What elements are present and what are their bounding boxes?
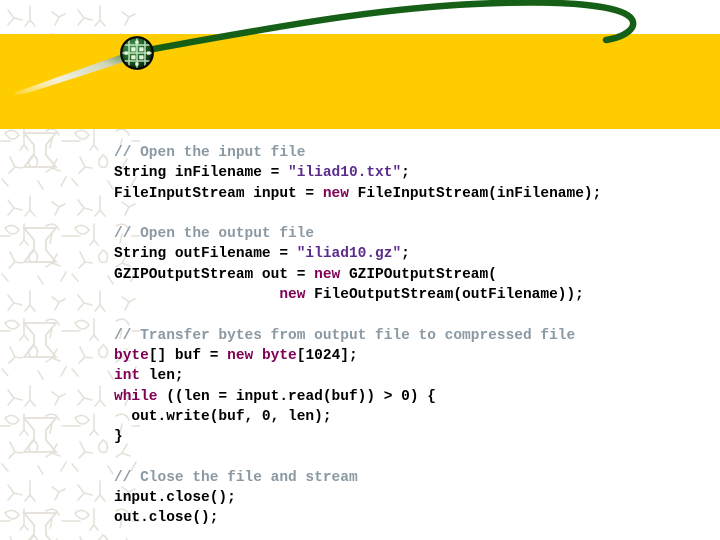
code-token-plain: ; [401, 246, 410, 263]
code-line: String outFilename = "iliad10.gz"; [114, 244, 714, 264]
code-line: new FileOutputStream(outFilename)); [114, 285, 714, 305]
code-token-keyword: byte [261, 347, 297, 364]
code-line: out.close(); [114, 508, 714, 528]
code-token-keyword: new [314, 266, 341, 283]
code-token-plain: } [114, 429, 123, 446]
code-token-plain: input.close(); [114, 490, 236, 507]
code-line: String inFilename = "iliad10.txt"; [114, 163, 714, 183]
code-token-keyword: while [114, 388, 158, 405]
code-line: // Open the output file [114, 224, 714, 244]
code-token-keyword: new [227, 347, 254, 364]
code-token-keyword: int [114, 368, 141, 385]
code-token-plain: FileOutputStream(outFilename)); [305, 287, 584, 304]
code-token-plain: out.write(buf, 0, len); [131, 408, 332, 425]
code-token-plain: String inFilename = [114, 165, 289, 182]
code-token-plain: GZIPOutputStream out = [114, 266, 315, 283]
code-token-plain: ; [401, 165, 410, 182]
code-token-keyword: byte [114, 347, 149, 364]
code-token-plain: GZIPOutputStream( [340, 266, 497, 283]
code-token-plain: ((len = input.read(buf)) > 0) { [157, 388, 436, 405]
code-token-comment: // Transfer bytes from output file to co… [114, 327, 576, 344]
code-token-plain: [1024]; [296, 347, 358, 364]
presentation-slide: // Open the input file String inFilename … [0, 0, 720, 540]
code-line: FileInputStream input = new FileInputStr… [114, 184, 714, 204]
code-line: // Close the file and stream [114, 468, 714, 488]
code-token-plain: FileInputStream(inFilename); [348, 185, 602, 202]
code-token-keyword: new [322, 185, 349, 202]
code-line: // Open the input file [114, 143, 714, 163]
code-line: // Transfer bytes from output file to co… [114, 326, 714, 346]
code-token-plain: String outFilename = [114, 246, 297, 263]
code-token-keyword: new [279, 287, 306, 304]
code-token-plain: len; [140, 368, 184, 385]
code-token-plain: [] buf = [148, 347, 228, 364]
code-token-comment: // Open the input file [114, 145, 306, 161]
code-token-string: "iliad10.txt" [288, 165, 402, 182]
code-line: GZIPOutputStream out = new GZIPOutputStr… [114, 265, 714, 285]
code-token-plain: out.close(); [114, 510, 219, 527]
code-token-comment: // Open the output file [114, 226, 315, 243]
code-token-comment: // Close the file and stream [114, 469, 358, 486]
code-line: out.write(buf, 0, len); [114, 407, 714, 427]
code-token-string: "iliad10.gz" [296, 246, 402, 263]
code-line: int len; [114, 366, 714, 386]
banner-band [0, 34, 720, 129]
code-line: byte[] buf = new byte[1024]; [114, 346, 714, 366]
code-line: while ((len = input.read(buf)) > 0) { [114, 387, 714, 407]
code-listing: // Open the input file String inFilename … [114, 143, 714, 529]
code-line: } [114, 427, 714, 447]
code-line: input.close(); [114, 488, 714, 508]
code-token-plain: FileInputStream input = [114, 185, 323, 202]
